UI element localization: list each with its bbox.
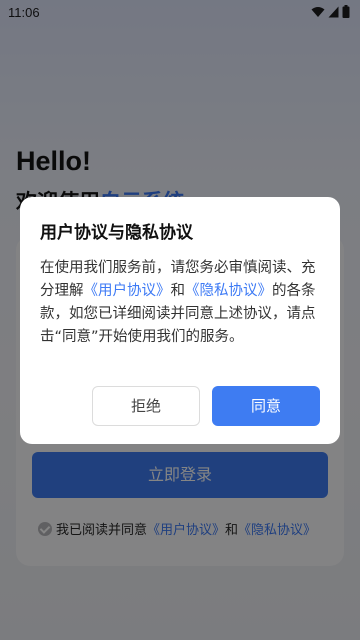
dialog-title: 用户协议与隐私协议 — [40, 223, 193, 243]
dialog-privacy-agreement-link[interactable]: 《隐私协议》 — [185, 283, 272, 299]
dialog-and-text: 和 — [170, 283, 186, 299]
dialog-body: 在使用我们服务前，请您务必审慎阅读、充分理解《用户协议》和《隐私协议》的各条款，… — [40, 257, 323, 349]
agreement-dialog: 用户协议与隐私协议 在使用我们服务前，请您务必审慎阅读、充分理解《用户协议》和《… — [20, 197, 340, 444]
reject-button[interactable]: 拒绝 — [92, 386, 200, 426]
agree-button[interactable]: 同意 — [212, 386, 320, 426]
dialog-user-agreement-link[interactable]: 《用户协议》 — [84, 283, 171, 299]
